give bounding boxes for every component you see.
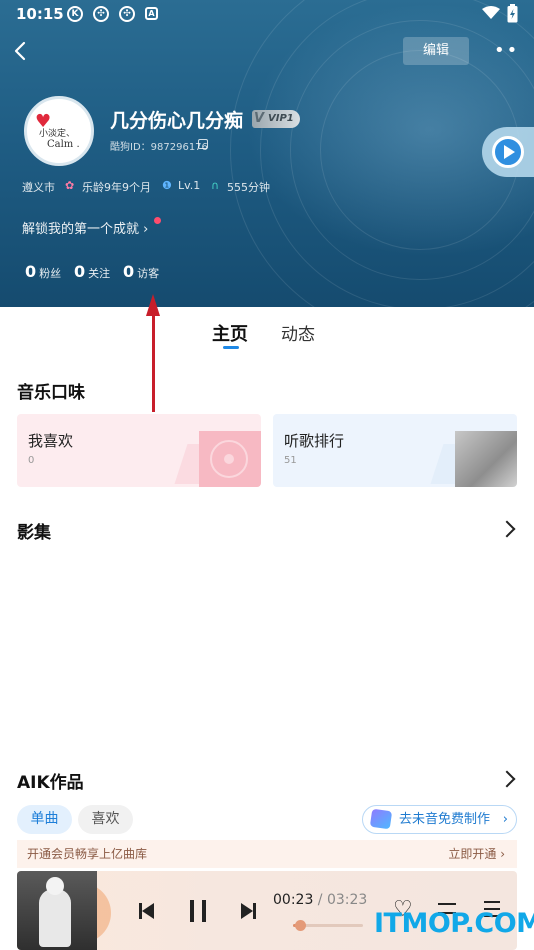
listening-rank-card[interactable]: 听歌排行 51 — [273, 414, 517, 487]
next-icon — [253, 903, 256, 919]
pause-icon — [202, 900, 206, 922]
music-age-icon: ✿ — [65, 179, 75, 192]
play-icon — [504, 145, 515, 159]
total-time: 03:23 — [326, 892, 368, 908]
chevron-right-icon: › — [143, 222, 149, 237]
battery-icon — [507, 4, 518, 23]
pause-icon — [190, 900, 194, 922]
vip-promo-bar[interactable]: 开通会员畅享上亿曲库 立即开通 › — [17, 840, 517, 868]
tab-active-indicator — [223, 346, 239, 349]
annotation-arrow-head — [146, 294, 160, 316]
status-bar: 10:15 K ✣ ✣ A — [0, 0, 534, 28]
stat-label: 关注 — [88, 267, 111, 280]
chevron-right-icon: › — [502, 812, 508, 827]
stat-number: 0 — [74, 262, 86, 281]
vip-promo-text: 开通会员畅享上亿曲库 — [27, 847, 148, 861]
edit-profile-button[interactable]: 编辑 — [403, 37, 469, 65]
vip-badge[interactable]: V VIP1 — [252, 110, 300, 128]
wifi-icon — [482, 6, 500, 19]
headphone-icon: ∩ — [211, 179, 220, 192]
playlist-icon — [484, 901, 500, 903]
card-title: 我喜欢 — [28, 432, 74, 450]
current-time: 00:23 — [273, 892, 314, 908]
time-separator: / — [313, 892, 327, 908]
cover-figure-head — [46, 877, 64, 895]
status-time: 10:15 — [16, 5, 64, 23]
tab-feed[interactable]: 动态 — [281, 320, 315, 345]
music-age-label: 乐龄9年9个月 — [82, 181, 151, 194]
stat-visitors[interactable]: 0 访客 — [123, 262, 159, 281]
achievement-label: 解锁我的第一个成就 — [22, 222, 140, 237]
level-label: Lv.1 — [178, 179, 201, 192]
tab-home[interactable]: 主页 — [212, 320, 248, 346]
listen-time-label: 555分钟 — [227, 181, 270, 194]
stat-label: 粉丝 — [39, 267, 62, 280]
ai-music-icon — [369, 808, 393, 830]
side-play-button[interactable] — [482, 127, 534, 177]
avatar-text: Calm . — [47, 139, 80, 150]
achievement-link[interactable]: 解锁我的第一个成就 › — [22, 218, 148, 237]
stat-followers[interactable]: 0 粉丝 — [25, 262, 61, 281]
disc-center — [224, 454, 234, 464]
annotation-arrow — [152, 310, 155, 412]
previous-icon — [142, 903, 154, 919]
more-options-button[interactable]: •• — [494, 41, 518, 61]
stat-number: 0 — [25, 262, 37, 281]
ai-create-promo-button[interactable]: 去未音免费制作 › — [362, 805, 517, 834]
a-icon: A — [145, 7, 158, 20]
playback-time: 00:23 / 03:23 — [273, 892, 367, 908]
card-title: 听歌排行 — [284, 432, 345, 450]
album-section-title: 影集 — [17, 523, 51, 543]
avatar-text: 小淡定、 — [39, 129, 76, 139]
city-label: 遵义市 — [22, 181, 55, 194]
card-count: 0 — [28, 455, 35, 466]
app-icon: ✣ — [93, 6, 109, 22]
now-playing-cover[interactable] — [17, 871, 97, 950]
chip-likes[interactable]: 喜欢 — [78, 805, 133, 834]
user-nickname: 几分伤心几分痴 — [110, 110, 244, 132]
cover-figure — [39, 889, 71, 947]
level-icon: ❶ — [162, 179, 172, 192]
watermark: ITMOP.COM — [374, 908, 534, 939]
chevron-right-icon[interactable] — [498, 520, 516, 538]
stat-following[interactable]: 0 关注 — [74, 262, 110, 281]
profile-tabs: 主页 动态 — [0, 320, 534, 356]
stat-label: 访客 — [137, 267, 160, 280]
loop-icon — [438, 903, 456, 905]
chip-singles[interactable]: 单曲 — [17, 805, 72, 834]
rank-cover — [455, 431, 517, 487]
aik-section-title: AIK作品 — [17, 773, 84, 793]
music-taste-title: 音乐口味 — [17, 383, 85, 403]
progress-handle[interactable] — [294, 920, 306, 931]
favorites-card[interactable]: 我喜欢 0 — [17, 414, 261, 487]
vip-v-icon: V — [254, 111, 265, 126]
app-icon: ✣ — [119, 6, 135, 22]
promo-label: 去未音免费制作 — [399, 812, 491, 827]
card-count: 51 — [284, 455, 297, 466]
vip-level: VIP1 — [268, 113, 294, 124]
stat-number: 0 — [123, 262, 135, 281]
chevron-right-icon[interactable] — [498, 770, 516, 788]
kugou-id: 酷狗ID：987296176 — [110, 142, 208, 153]
avatar[interactable]: ♥ 小淡定、 Calm . — [24, 96, 94, 166]
kugou-k-icon: K — [67, 6, 83, 22]
vip-open-link[interactable]: 立即开通 › — [448, 840, 505, 868]
next-icon — [241, 903, 253, 919]
notification-dot — [154, 217, 161, 224]
copy-icon[interactable] — [198, 139, 208, 149]
back-button[interactable] — [8, 38, 34, 64]
